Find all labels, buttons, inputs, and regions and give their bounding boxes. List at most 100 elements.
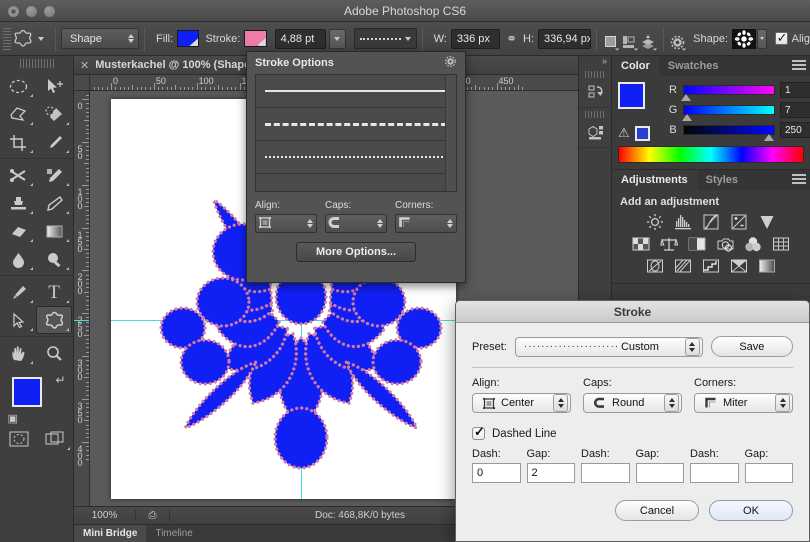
screen-mode-icon[interactable] [37,425,73,453]
corners-select[interactable]: Miter [694,393,793,413]
rail-grip-2[interactable] [585,111,605,118]
black-white-icon[interactable] [687,235,707,253]
stroke-width-dropdown-button[interactable] [328,28,346,49]
black-white-picker[interactable] [788,147,803,162]
red-slider[interactable] [681,85,775,101]
type-tool[interactable]: T [36,278,72,306]
shape-preset-thumbnail[interactable] [732,28,757,49]
brightness-contrast-icon[interactable] [645,213,665,231]
dotted-line-preset[interactable] [256,141,456,174]
shape-preset-dropdown-button[interactable] [757,28,767,49]
close-icon[interactable]: ✕ [80,59,89,72]
fill-color-swatch[interactable] [177,30,200,47]
exposure-icon[interactable] [729,213,749,231]
align-stepper[interactable] [307,219,313,228]
blue-slider[interactable] [683,125,775,141]
align-stepper[interactable] [553,394,568,412]
tools-panel-grip[interactable] [19,59,54,68]
stroke-width-field[interactable]: 4,88 pt [274,28,326,49]
color-panel-swatches[interactable] [618,82,662,124]
corners-stepper[interactable] [775,394,790,412]
stroke-dialog[interactable]: Stroke Preset: ·························… [455,300,810,542]
hand-tool[interactable] [0,339,36,367]
photo-filter-icon[interactable] [715,235,735,253]
swap-colors-icon[interactable]: ↵ [55,373,65,387]
gear-icon[interactable] [669,28,688,51]
align-edges-checkbox[interactable] [774,30,788,46]
chain-link-icon[interactable]: ⚭ [506,31,517,47]
blur-tool[interactable] [0,245,36,273]
options-bar-grip[interactable] [3,27,11,50]
properties-panel-icon[interactable] [579,118,613,148]
ok-button[interactable]: OK [709,500,793,521]
caps-stepper[interactable] [377,219,383,228]
clone-stamp-tool[interactable] [0,189,36,217]
more-options-button[interactable]: More Options... [296,242,416,262]
tab-color[interactable]: Color [612,56,659,76]
stroke-style-dropdown[interactable] [353,28,417,49]
move-tool[interactable] [36,72,72,100]
save-button[interactable]: Save [710,336,793,357]
blue-value[interactable]: 250 [780,122,810,138]
dash-input-3[interactable] [690,463,739,483]
color-spectrum-bar[interactable] [618,146,804,163]
path-selection-tool[interactable] [0,306,36,334]
cancel-button[interactable]: Cancel [615,500,699,521]
custom-shape-tool[interactable] [36,306,72,334]
preset-stepper[interactable] [684,337,700,356]
quick-selection-tool[interactable] [36,100,72,128]
tool-preset-chevron-down-icon[interactable] [38,36,45,41]
brush-tool[interactable] [36,161,72,189]
hue-saturation-icon[interactable] [631,235,651,253]
spot-healing-brush-tool[interactable] [0,161,36,189]
pen-tool[interactable] [0,278,36,306]
preset-select[interactable]: ······························ Custom [514,336,703,357]
green-value[interactable]: 7 [780,102,810,118]
dash-input-1[interactable]: 0 [472,463,521,483]
zoom-tool[interactable] [36,339,72,367]
preset-list-scrollbar[interactable] [445,75,456,191]
tab-swatches[interactable]: Swatches [659,56,728,76]
green-slider[interactable] [682,105,775,121]
posterize-icon[interactable] [673,257,693,275]
stroke-preset-list[interactable] [255,74,457,192]
shape-mode-stepper[interactable] [128,34,135,43]
custom-shape-tool-icon[interactable] [11,26,36,52]
history-brush-tool[interactable] [36,189,72,217]
align-select[interactable] [255,214,317,233]
foreground-color-swatch[interactable] [11,377,42,407]
out-of-gamut-warning-icon[interactable]: ⚠ [618,125,630,141]
gap-input-1[interactable]: 2 [526,463,575,483]
panel-menu-icon[interactable] [792,60,806,72]
dashed-line-preset[interactable] [256,108,456,141]
color-balance-icon[interactable] [659,235,679,253]
curves-icon[interactable] [701,213,721,231]
dash-input-2[interactable] [581,463,630,483]
tab-mini-bridge[interactable]: Mini Bridge [74,524,147,542]
color-lookup-icon[interactable] [771,235,791,253]
marquee-tool[interactable] [0,72,36,100]
height-input[interactable]: 336,94 px [538,28,591,49]
dashed-line-checkbox[interactable] [472,424,485,440]
history-panel-icon[interactable] [579,78,613,108]
panel-menu-icon[interactable] [792,174,806,186]
gradient-map-icon[interactable] [729,257,749,275]
threshold-icon[interactable] [701,257,721,275]
stroke-options-popup[interactable]: Stroke Options Align: Caps: Corners: Mor… [246,51,466,283]
lasso-tool[interactable] [0,100,36,128]
gap-input-2[interactable] [635,463,684,483]
crop-tool[interactable] [0,128,36,156]
dodge-tool[interactable] [36,245,72,273]
document-info-icon[interactable]: ⎙ [136,510,170,521]
invert-icon[interactable] [645,257,665,275]
path-arrangement-icon[interactable] [639,28,658,51]
tab-adjustments[interactable]: Adjustments [612,170,697,190]
zoom-level[interactable]: 100% [74,510,136,521]
path-operations-icon[interactable] [602,28,621,51]
rail-grip-1[interactable] [585,71,605,78]
caps-stepper[interactable] [664,394,679,412]
shape-mode-select[interactable]: Shape [61,28,140,49]
gamut-substitute-swatch[interactable] [634,125,650,141]
solid-line-preset[interactable] [256,75,456,108]
caps-select[interactable] [325,214,387,233]
